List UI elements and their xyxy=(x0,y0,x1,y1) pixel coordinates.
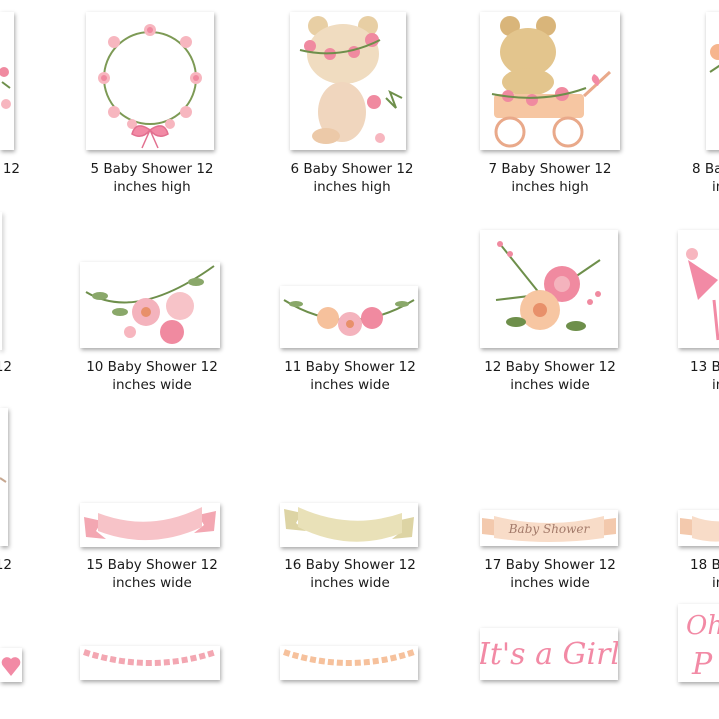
floral-bouquet-image xyxy=(495,241,601,331)
file-thumbnail[interactable]: Baby Shower xyxy=(480,510,618,546)
file-caption[interactable]: 5 Baby Shower 12 inches high xyxy=(52,160,252,196)
baby-shower-banner-image: Baby Shower xyxy=(482,516,616,542)
pink-scallop-border-image xyxy=(83,649,217,666)
file-thumbnail[interactable] xyxy=(0,408,8,546)
file-thumbnail[interactable] xyxy=(80,262,220,348)
file-thumbnail[interactable] xyxy=(0,12,14,150)
script-text-image: Oh P xyxy=(686,611,719,682)
file-caption[interactable]: 7 Baby Shower 12 inches high xyxy=(450,160,650,196)
file-caption[interactable]: 12 xyxy=(0,556,12,574)
file-thumbnail[interactable] xyxy=(280,646,418,680)
file-caption[interactable]: 18 Bain xyxy=(690,556,719,592)
file-caption[interactable]: 8 Bain xyxy=(692,160,719,196)
file-thumbnail[interactable] xyxy=(280,286,418,348)
script-text-top: Oh xyxy=(686,611,719,641)
file-caption[interactable]: 12 xyxy=(0,358,12,376)
file-caption[interactable]: 6 Baby Shower 12 inches high xyxy=(252,160,452,196)
cream-ribbon-banner-image xyxy=(284,507,414,542)
file-thumbnail[interactable] xyxy=(480,230,618,348)
pink-ribbon-banner-image xyxy=(84,507,216,541)
file-caption[interactable]: 17 Baby Shower 12 inches wide xyxy=(450,556,650,592)
floral-swag-image xyxy=(283,299,415,336)
teddy-bear-image xyxy=(299,16,403,144)
floral-image xyxy=(709,44,719,73)
file-caption[interactable]: 15 Baby Shower 12 inches wide xyxy=(52,556,252,592)
floral-swag-image xyxy=(85,265,215,344)
file-thumbnail[interactable]: Oh P xyxy=(678,604,719,682)
file-caption[interactable]: 12 xyxy=(0,160,20,178)
file-thumbnail[interactable] xyxy=(80,503,220,547)
floral-image xyxy=(0,477,7,483)
file-thumbnail[interactable] xyxy=(280,503,418,547)
floral-image xyxy=(686,248,719,341)
file-thumbnail[interactable] xyxy=(0,212,2,350)
file-thumbnail[interactable] xyxy=(678,510,719,546)
file-thumbnail[interactable] xyxy=(0,648,22,682)
file-thumbnail[interactable] xyxy=(80,646,220,680)
file-thumbnail[interactable] xyxy=(706,12,719,150)
banner-image xyxy=(680,516,719,542)
file-caption[interactable]: 16 Baby Shower 12 inches wide xyxy=(250,556,450,592)
script-text-bottom: P xyxy=(691,647,713,682)
its-a-girl-text-image: It's a Girl xyxy=(480,637,618,672)
heart-icon xyxy=(1,657,21,676)
file-thumbnail[interactable] xyxy=(86,12,214,150)
file-caption[interactable]: 13 Bain xyxy=(690,358,719,394)
file-thumbnail[interactable] xyxy=(678,230,719,348)
floral-wreath-image xyxy=(98,24,202,149)
peach-scallop-border-image xyxy=(283,649,415,666)
banner-text: Baby Shower xyxy=(508,522,591,536)
floral-image xyxy=(0,67,11,109)
file-caption[interactable]: 11 Baby Shower 12 inches wide xyxy=(250,358,450,394)
file-thumbnail[interactable] xyxy=(290,12,406,150)
file-thumbnail[interactable]: It's a Girl xyxy=(480,628,618,680)
file-thumbnail[interactable] xyxy=(480,12,620,150)
file-caption[interactable]: 10 Baby Shower 12 inches wide xyxy=(52,358,252,394)
file-caption[interactable]: 12 Baby Shower 12 inches wide xyxy=(450,358,650,394)
bear-wagon-image xyxy=(491,16,612,148)
girl-text: It's a Girl xyxy=(480,637,618,672)
